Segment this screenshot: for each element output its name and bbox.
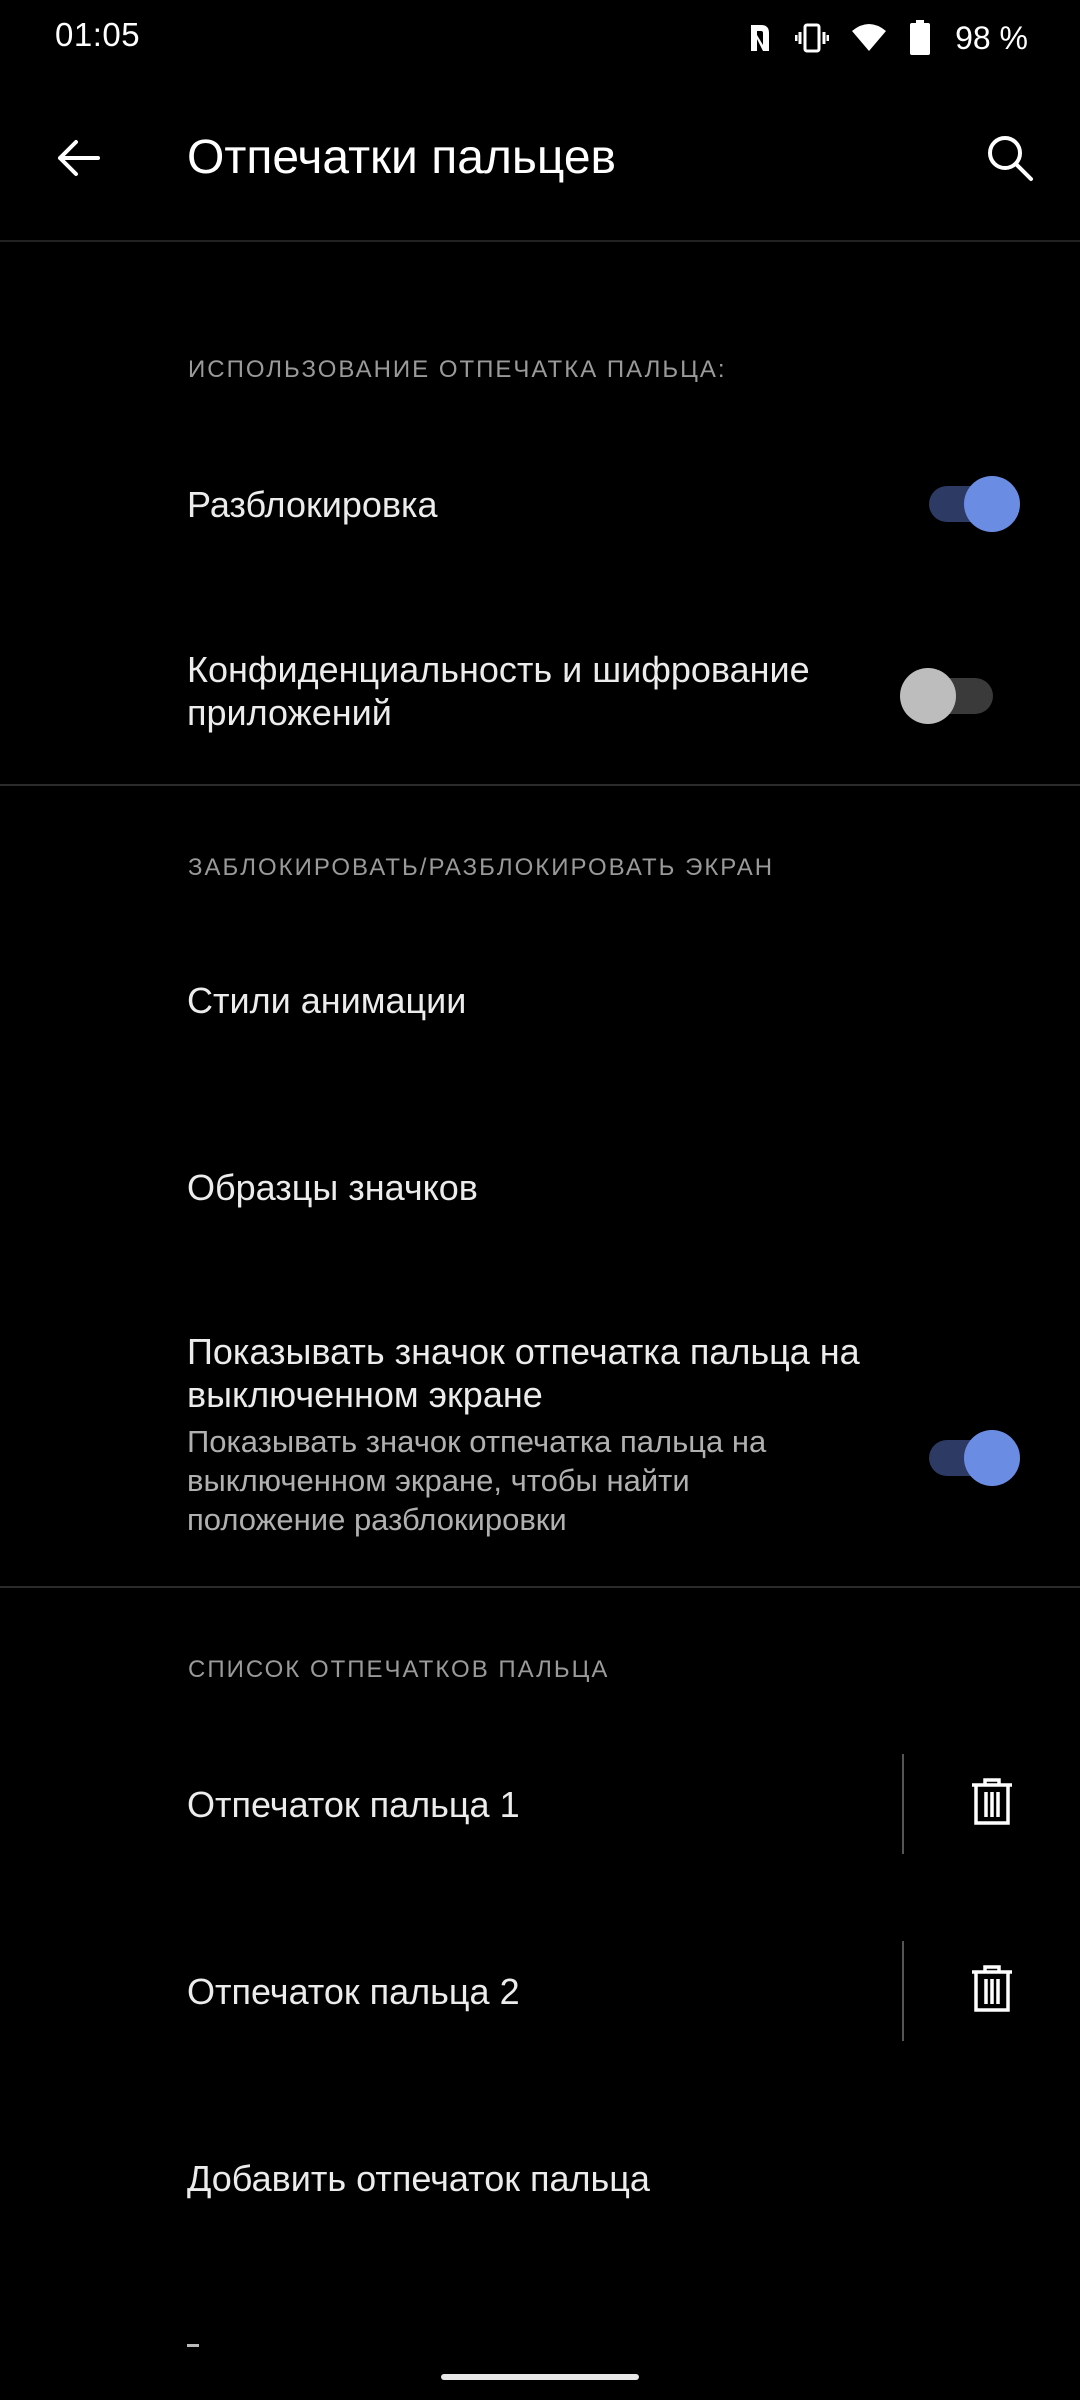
setting-unlock-label: Разблокировка <box>187 484 438 525</box>
setting-unlock[interactable]: Разблокировка <box>0 448 1080 560</box>
fingerprint-name: Отпечаток пальца 1 <box>187 1784 520 1825</box>
setting-show-icon-label: Показывать значок отпечатка пальца на вы… <box>187 1331 860 1415</box>
delete-fingerprint-1-button[interactable] <box>952 1764 1032 1844</box>
status-bar: 01:05 98 % <box>0 0 1080 80</box>
fingerprint-item-2[interactable]: Отпечаток пальца 2 <box>0 1937 1080 2049</box>
setting-show-icon-summary: Показывать значок отпечатка пальца на вы… <box>187 1424 767 1537</box>
battery-icon <box>909 20 931 56</box>
delete-fingerprint-2-button[interactable] <box>952 1951 1032 2031</box>
show-icon-toggle[interactable] <box>926 1422 1020 1486</box>
vibrate-icon <box>795 21 830 55</box>
clipped-list-item <box>187 2344 199 2353</box>
status-icons: 98 % <box>747 14 1028 62</box>
app-bar: Отпечатки пальцев <box>0 80 1080 242</box>
search-button[interactable] <box>970 122 1050 198</box>
add-fingerprint-button[interactable]: Добавить отпечаток пальца <box>0 2124 1080 2236</box>
divider <box>902 1941 904 2041</box>
divider <box>0 1586 1080 1588</box>
divider <box>902 1754 904 1854</box>
wifi-icon <box>851 23 887 53</box>
divider <box>0 784 1080 786</box>
battery-percent: 98 % <box>955 19 1028 56</box>
setting-icon-samples-label: Образцы значков <box>187 1167 478 1208</box>
setting-animation-styles[interactable]: Стили анимации <box>0 946 1080 1058</box>
section-header-fingerprints: СПИСОК ОТПЕЧАТКОВ ПАЛЬЦА <box>188 1656 610 1683</box>
status-time: 01:05 <box>55 16 141 53</box>
search-icon <box>985 133 1035 188</box>
fingerprint-item-1[interactable]: Отпечаток пальца 1 <box>0 1750 1080 1862</box>
page-title: Отпечатки пальцев <box>187 131 617 184</box>
trash-icon <box>970 1777 1014 1832</box>
app-privacy-toggle[interactable] <box>900 660 996 724</box>
fingerprint-name: Отпечаток пальца 2 <box>187 1971 520 2012</box>
setting-icon-samples[interactable]: Образцы значков <box>0 1133 1080 1245</box>
trash-icon <box>970 1964 1014 2019</box>
section-header-lock-screen: ЗАБЛОКИРОВАТЬ/РАЗБЛОКИРОВАТЬ ЭКРАН <box>188 854 775 881</box>
gesture-nav-handle[interactable] <box>441 2374 639 2380</box>
section-header-usage: ИСПОЛЬЗОВАНИЕ ОТПЕЧАТКА ПАЛЬЦА: <box>188 356 727 383</box>
arrow-left-icon <box>54 134 102 187</box>
add-fingerprint-label: Добавить отпечаток пальца <box>187 2158 650 2199</box>
setting-app-privacy[interactable]: Конфиденциальность и шифрование приложен… <box>0 628 1080 748</box>
nfc-icon <box>747 21 773 55</box>
setting-app-privacy-label: Конфиденциальность и шифрование приложен… <box>187 649 810 733</box>
setting-show-icon[interactable]: Показывать значок отпечатка пальца на вы… <box>0 1320 1080 1570</box>
setting-animation-styles-label: Стили анимации <box>187 980 467 1021</box>
unlock-toggle[interactable] <box>926 468 1020 532</box>
back-button[interactable] <box>38 122 118 198</box>
